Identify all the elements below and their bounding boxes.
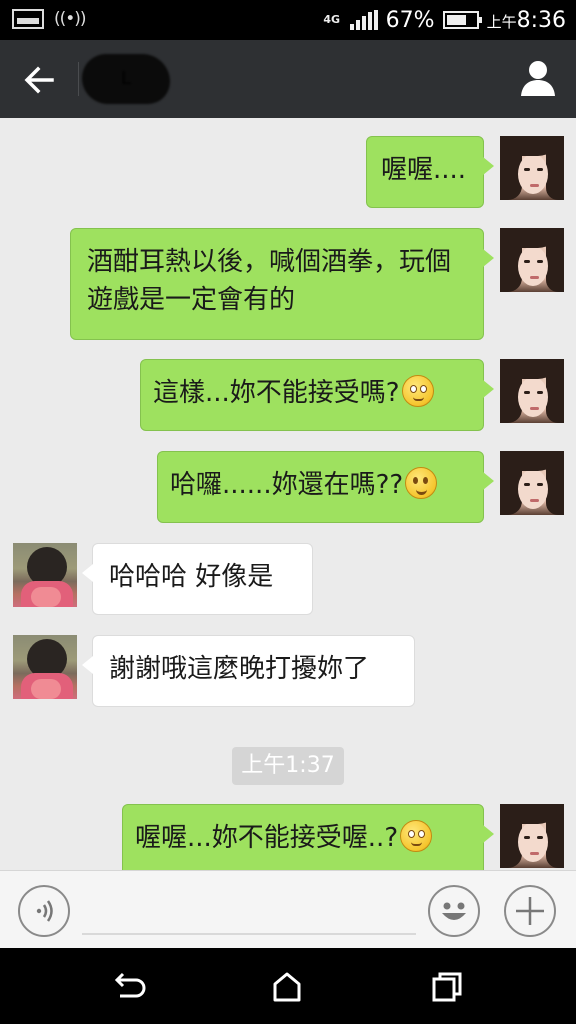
message-bubble-sent[interactable]: 喔喔...妳不能接受喔..? bbox=[122, 804, 494, 870]
input-bar bbox=[0, 870, 576, 948]
profile-button[interactable] bbox=[518, 58, 558, 98]
back-arrow-icon bbox=[24, 66, 54, 94]
my-avatar[interactable] bbox=[500, 136, 564, 200]
nav-back-button[interactable] bbox=[112, 970, 146, 1004]
message-text: 哈哈哈 好像是 bbox=[109, 562, 274, 592]
message-text: 酒酣耳熱以後，喊個酒拳，玩個遊戲是一定會有的 bbox=[87, 247, 452, 315]
voice-icon bbox=[36, 900, 53, 922]
message-bubble-received[interactable]: 哈哈哈 好像是 bbox=[82, 543, 313, 615]
nav-home-button[interactable] bbox=[270, 970, 304, 1004]
embarrassed-emoji-icon bbox=[400, 820, 433, 852]
message-text: 喔喔.... bbox=[381, 155, 467, 185]
message-text: 喔喔...妳不能接受喔..? bbox=[135, 823, 399, 853]
chat-header: L bbox=[0, 40, 576, 118]
emoji-icon bbox=[442, 902, 466, 920]
message-bubble-sent[interactable]: 喔喔.... bbox=[366, 136, 494, 208]
nav-back-icon bbox=[114, 972, 146, 998]
embarrassed-emoji-icon bbox=[401, 375, 434, 407]
message-text: 這樣...妳不能接受嗎? bbox=[153, 378, 400, 408]
header-divider bbox=[78, 62, 79, 96]
home-icon bbox=[273, 972, 301, 1002]
my-avatar[interactable] bbox=[500, 804, 564, 868]
message-text: 謝謝哦這麼晚打擾妳了 bbox=[109, 654, 370, 684]
message-bubble-sent[interactable]: 哈囉......妳還在嗎?? bbox=[157, 451, 494, 523]
recents-icon bbox=[432, 972, 462, 1002]
my-avatar[interactable] bbox=[500, 228, 564, 292]
message-input[interactable] bbox=[82, 893, 416, 935]
my-avatar[interactable] bbox=[500, 451, 564, 515]
smile-emoji-icon bbox=[405, 467, 438, 499]
status-bar: ((•)) 4G 67% 上午8:36 bbox=[0, 0, 576, 40]
clock-prefix: 上午 bbox=[486, 12, 517, 31]
contact-avatar[interactable] bbox=[13, 543, 77, 607]
message-list[interactable]: 喔喔.... 酒酣耳熱以後，喊個酒拳，玩個遊戲是一定會有的 這樣...妳不能接受… bbox=[0, 118, 576, 870]
voice-button[interactable] bbox=[18, 885, 70, 937]
plus-icon bbox=[516, 897, 544, 925]
network-type: 4G bbox=[323, 13, 341, 26]
battery-icon bbox=[442, 11, 482, 29]
message-text: 哈囉......妳還在嗎?? bbox=[170, 470, 404, 500]
image-notification-icon bbox=[12, 9, 44, 29]
timestamp-badge: 上午1:37 bbox=[232, 747, 344, 785]
clock-time: 8:36 bbox=[516, 7, 566, 33]
contact-name: L bbox=[82, 54, 170, 104]
hotspot-icon: ((•)) bbox=[54, 9, 87, 29]
emoji-button[interactable] bbox=[428, 885, 480, 937]
message-bubble-sent[interactable]: 酒酣耳熱以後，喊個酒拳，玩個遊戲是一定會有的 bbox=[70, 228, 494, 340]
system-nav-bar bbox=[0, 948, 576, 1024]
clock: 上午8:36 bbox=[487, 8, 566, 33]
more-options-button[interactable] bbox=[504, 885, 556, 937]
back-button[interactable] bbox=[18, 58, 62, 102]
contact-avatar[interactable] bbox=[13, 635, 77, 699]
battery-percent: 67% bbox=[385, 7, 435, 33]
person-icon bbox=[521, 61, 555, 96]
my-avatar[interactable] bbox=[500, 359, 564, 423]
nav-recents-button[interactable] bbox=[430, 970, 464, 1004]
message-bubble-received[interactable]: 謝謝哦這麼晚打擾妳了 bbox=[82, 635, 415, 707]
message-bubble-sent[interactable]: 這樣...妳不能接受嗎? bbox=[140, 359, 494, 431]
signal-icon bbox=[349, 10, 378, 30]
